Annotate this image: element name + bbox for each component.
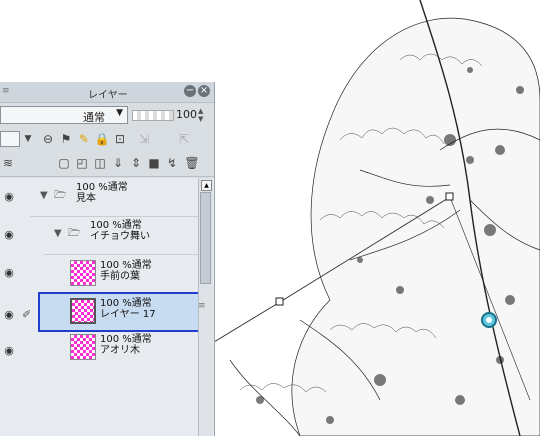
layer-panel: ≡ レイヤー − × 通常 ▼ 100 ▲ ▼ ▼ ⊖ ⚑ ✎ 🔒 ⊡ ⇲ ⇱ ≋… bbox=[0, 82, 215, 436]
layer-mode: 100 %通常 bbox=[100, 334, 152, 345]
draft-layer-icon[interactable]: ✎ bbox=[76, 131, 92, 147]
eye-icon[interactable]: ◉ bbox=[2, 344, 16, 358]
delete-layer-icon[interactable]: 🗑 bbox=[184, 155, 200, 171]
panel-menu-icon[interactable]: ≋ bbox=[0, 155, 16, 171]
folder-icon: 🗁 bbox=[68, 228, 81, 239]
layer-mask-icon[interactable]: ■ bbox=[146, 155, 162, 171]
layer-mode: 100 %通常 bbox=[76, 182, 128, 193]
layer-thumbnail bbox=[70, 334, 96, 360]
layer-command-row: ≋ ▢ ◰ ◫ ⇓ ⇕ ■ ↯ 🗑 bbox=[0, 152, 214, 177]
clip-layer-icon[interactable]: ⇲ bbox=[136, 131, 152, 147]
reference-layer-icon[interactable]: ⚑ bbox=[58, 131, 74, 147]
transfer-icon[interactable]: ⇕ bbox=[128, 155, 144, 171]
pen-icon: ✐ bbox=[22, 308, 32, 321]
minimize-icon[interactable]: − bbox=[184, 85, 196, 97]
layer-name: イチョウ舞い bbox=[90, 231, 150, 242]
layer-name: アオリ木 bbox=[100, 345, 140, 356]
layer-name: 手前の葉 bbox=[100, 271, 140, 282]
layer-tool-row: ▼ ⊖ ⚑ ✎ 🔒 ⊡ ⇲ ⇱ bbox=[0, 128, 214, 152]
expression-color-select[interactable] bbox=[0, 131, 20, 147]
panel-grip-icon[interactable]: ≡ bbox=[2, 86, 10, 96]
eye-icon[interactable]: ◉ bbox=[2, 266, 16, 280]
lock-icon[interactable]: 🔒 bbox=[94, 131, 110, 147]
scroll-up-icon[interactable]: ▲ bbox=[201, 180, 212, 191]
layer-mode: 100 %通常 bbox=[100, 260, 152, 271]
folder-icon: 🗁 bbox=[54, 190, 67, 201]
layer-row[interactable]: 100 %通常 見本 bbox=[76, 182, 128, 204]
layer-row[interactable]: 100 %通常 アオリ木 bbox=[100, 334, 152, 356]
opacity-value: 100 bbox=[176, 108, 197, 121]
eye-icon[interactable]: ◉ bbox=[2, 228, 16, 242]
expand-arrow-icon[interactable]: ▼ bbox=[54, 228, 62, 239]
layer-color-icon[interactable]: ⊖ bbox=[40, 131, 56, 147]
blend-row: 通常 ▼ 100 ▲ ▼ bbox=[0, 104, 214, 128]
layer-name: レイヤー 17 bbox=[100, 309, 156, 320]
chevron-down-icon[interactable]: ▼ bbox=[20, 131, 36, 147]
eye-icon[interactable]: ◉ bbox=[2, 190, 16, 204]
bezier-handle[interactable] bbox=[275, 297, 284, 306]
layer-row[interactable]: 100 %通常 レイヤー 17 bbox=[100, 298, 156, 320]
new-raster-layer-icon[interactable]: ▢ bbox=[56, 155, 72, 171]
new-vector-layer-icon[interactable]: ◰ bbox=[74, 155, 90, 171]
scroll-thumb[interactable] bbox=[200, 192, 211, 284]
new-folder-icon[interactable]: ◫ bbox=[92, 155, 108, 171]
layer-row[interactable]: 100 %通常 イチョウ舞い bbox=[90, 220, 150, 242]
blend-mode-value: 通常 bbox=[83, 111, 105, 124]
chevron-down-icon: ▼ bbox=[116, 108, 123, 118]
panel-titlebar: ≡ レイヤー − × bbox=[0, 82, 214, 103]
panel-title: レイヤー bbox=[88, 90, 128, 101]
mask-icon[interactable]: ⇱ bbox=[176, 131, 192, 147]
opacity-slider[interactable] bbox=[132, 110, 174, 121]
lock-alpha-icon[interactable]: ⊡ bbox=[112, 131, 128, 147]
divider bbox=[30, 216, 198, 217]
blend-mode-select[interactable]: 通常 ▼ bbox=[0, 106, 128, 124]
eye-icon[interactable]: ◉ bbox=[2, 308, 16, 322]
opacity-spinner[interactable]: ▲ ▼ bbox=[198, 107, 208, 123]
layer-mode: 100 %通常 bbox=[100, 298, 152, 309]
layer-thumbnail bbox=[70, 260, 96, 286]
bezier-handle[interactable] bbox=[445, 192, 454, 201]
resize-grip-icon[interactable]: ≡ bbox=[198, 301, 206, 311]
divider bbox=[44, 254, 198, 255]
ruler-icon[interactable]: ↯ bbox=[164, 155, 180, 171]
close-icon[interactable]: × bbox=[198, 85, 210, 97]
layer-thumbnail bbox=[70, 298, 96, 324]
merge-down-icon[interactable]: ⇓ bbox=[110, 155, 126, 171]
layer-row[interactable]: 100 %通常 手前の葉 bbox=[100, 260, 152, 282]
layer-name: 見本 bbox=[76, 193, 96, 204]
layer-mode: 100 %通常 bbox=[90, 220, 142, 231]
expand-arrow-icon[interactable]: ▼ bbox=[40, 190, 48, 201]
